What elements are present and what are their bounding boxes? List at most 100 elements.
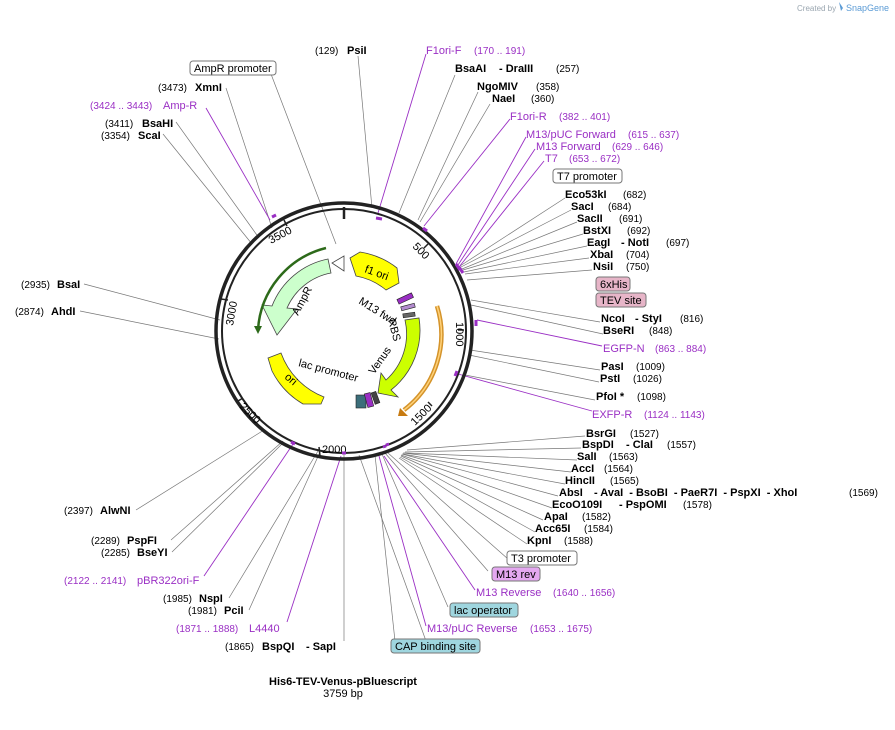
xmni-pos: (3473) xyxy=(158,83,187,94)
ngomiv-name[interactable]: NgoMIV xyxy=(477,81,519,93)
bspqi-sep[interactable]: - SapI xyxy=(306,641,336,653)
apai-name[interactable]: ApaI xyxy=(544,511,568,523)
pasi-name[interactable]: PasI xyxy=(601,361,624,373)
ecoo109i-name[interactable]: EcoO109I xyxy=(552,499,602,511)
f1ori-r-name[interactable]: F1ori-R xyxy=(510,111,547,123)
m13-rev-name[interactable]: M13 Reverse xyxy=(476,587,541,599)
m13puc-rev-range: (1653 .. 1675) xyxy=(530,624,592,635)
psii-name[interactable]: PsiI xyxy=(347,45,367,57)
ampr-primer-name[interactable]: Amp-R xyxy=(163,100,197,112)
bsahi-name[interactable]: BsaHI xyxy=(142,118,173,130)
exfp-r-name[interactable]: EXFP-R xyxy=(592,409,632,421)
kpni-name[interactable]: KpnI xyxy=(527,535,551,547)
rbs-label: RBS xyxy=(385,318,402,343)
tick-3000: 3000 xyxy=(224,300,240,326)
ampr-arrow[interactable] xyxy=(261,258,332,336)
lac-operator-box[interactable] xyxy=(355,394,367,409)
m13-fwd-range: (629 .. 646) xyxy=(612,142,663,153)
xmni-name[interactable]: XmnI xyxy=(195,82,222,94)
f1ori-f-name[interactable]: F1ori-F xyxy=(426,45,462,57)
cap-binding-text: CAP binding site xyxy=(395,641,476,653)
saci-name[interactable]: SacI xyxy=(571,201,594,213)
ampr-primer-range: (3424 .. 3443) xyxy=(90,101,152,112)
venus-label: Venus xyxy=(367,344,395,376)
bsaai-sep[interactable]: - DraIII xyxy=(499,63,533,75)
eagi-name[interactable]: EagI xyxy=(587,237,610,249)
m13puc-fwd-name[interactable]: M13/pUC Forward xyxy=(526,129,616,141)
pspfi-name[interactable]: PspFI xyxy=(127,535,157,547)
m13-rev-range: (1640 .. 1656) xyxy=(553,588,615,599)
scai-pos: (3354) xyxy=(101,131,130,142)
l4440-name[interactable]: L4440 xyxy=(249,623,280,635)
bspdi-pos: (1557) xyxy=(667,440,696,451)
ampr-orf-arrowhead xyxy=(254,326,262,334)
egfp-n-range: (863 .. 884) xyxy=(655,344,706,355)
f1ori-f-range: (170 .. 191) xyxy=(474,46,525,57)
pfoi-pos: (1098) xyxy=(637,392,666,403)
lac-operator-text: lac operator xyxy=(454,605,512,617)
ncoi-pos: (816) xyxy=(680,314,703,325)
absi-name[interactable]: AbsI xyxy=(559,487,583,499)
m13-fwd-name[interactable]: M13 Forward xyxy=(536,141,601,153)
ampr-promoter-arrow[interactable] xyxy=(331,255,345,272)
ncoi-name[interactable]: NcoI xyxy=(601,313,625,325)
nsii-name[interactable]: NsiI xyxy=(593,261,613,273)
pbr322-name[interactable]: pBR322ori-F xyxy=(137,575,200,587)
bsai-pos: (2935) xyxy=(21,280,50,291)
bseyi-name[interactable]: BseYI xyxy=(137,547,168,559)
bspdi-name[interactable]: BspDI xyxy=(582,439,614,451)
alwni-name[interactable]: AlwNI xyxy=(100,505,131,517)
ncoi-sep[interactable]: - StyI xyxy=(635,313,662,325)
feature-arcs: f1 ori AmpR M13 fwd RBS Venus lac promot… xyxy=(254,246,444,416)
ecoo109i-sep[interactable]: - PspOMI xyxy=(619,499,667,511)
bspdi-sep[interactable]: - ClaI xyxy=(626,439,653,451)
scai-name[interactable]: ScaI xyxy=(138,130,161,142)
nspi-name[interactable]: NspI xyxy=(199,593,223,605)
bsai-name[interactable]: BsaI xyxy=(57,279,80,291)
ecoo109i-pos: (1578) xyxy=(683,500,712,511)
eagi-sep[interactable]: - NotI xyxy=(621,237,649,249)
hincii-pos: (1565) xyxy=(610,476,639,487)
bstxi-name[interactable]: BstXI xyxy=(583,225,611,237)
eco53ki-name[interactable]: Eco53kI xyxy=(565,189,607,201)
psti-name[interactable]: PstI xyxy=(600,373,620,385)
egfp-n-name[interactable]: EGFP-N xyxy=(603,343,645,355)
enzyme-labels: (129) PsiI BsaAI - DraIII (257) NgoMIV (… xyxy=(15,45,878,653)
pfoi-name[interactable]: PfoI * xyxy=(596,391,625,403)
sali-pos: (1563) xyxy=(609,452,638,463)
xbai-name[interactable]: XbaI xyxy=(590,249,613,261)
sacii-pos: (691) xyxy=(619,214,642,225)
ahdi-name[interactable]: AhdI xyxy=(51,306,75,318)
bspqi-name[interactable]: BspQI xyxy=(262,641,294,653)
snapgene-brand[interactable]: SnapGene xyxy=(846,3,889,13)
ngomiv-pos: (358) xyxy=(536,82,559,93)
t7-name[interactable]: T7 xyxy=(545,153,558,165)
plasmid-map-canvas: Created by SnapGene 500 1000 1500 2000 2… xyxy=(15,2,889,700)
absi-pos: (1569) xyxy=(849,488,878,499)
bsaai-name[interactable]: BsaAI xyxy=(455,63,486,75)
tick-1000: 1000 xyxy=(453,322,465,346)
t3-promoter-text: T3 promoter xyxy=(511,553,571,565)
plasmid-map-view: Created by SnapGene 500 1000 1500 2000 2… xyxy=(0,0,895,730)
tick-2500: 2500 xyxy=(237,401,263,427)
bseri-name[interactable]: BseRI xyxy=(603,325,634,337)
l4440-range: (1871 .. 1888) xyxy=(176,624,238,635)
nspi-pos: (1985) xyxy=(163,594,192,605)
pcii-name[interactable]: PciI xyxy=(224,605,244,617)
sacii-name[interactable]: SacII xyxy=(577,213,603,225)
pcii-pos: (1981) xyxy=(188,606,217,617)
sali-name[interactable]: SalI xyxy=(577,451,597,463)
alwni-pos: (2397) xyxy=(64,506,93,517)
absi-rest[interactable]: - AvaI - BsoBI - PaeR7I - PspXI - XhoI xyxy=(594,487,797,499)
m13puc-rev-name[interactable]: M13/pUC Reverse xyxy=(427,623,517,635)
naei-name[interactable]: NaeI xyxy=(492,93,515,105)
psti-pos: (1026) xyxy=(633,374,662,385)
tev-site-text: TEV site xyxy=(600,295,642,307)
hincii-name[interactable]: HincII xyxy=(565,475,595,487)
acci-name[interactable]: AccI xyxy=(571,463,594,475)
eco53ki-pos: (682) xyxy=(623,190,646,201)
mcs-small-features xyxy=(396,292,416,319)
acc65i-name[interactable]: Acc65I xyxy=(535,523,570,535)
xbai-pos: (704) xyxy=(626,250,649,261)
lac-promoter-label: lac promoter xyxy=(297,357,359,385)
